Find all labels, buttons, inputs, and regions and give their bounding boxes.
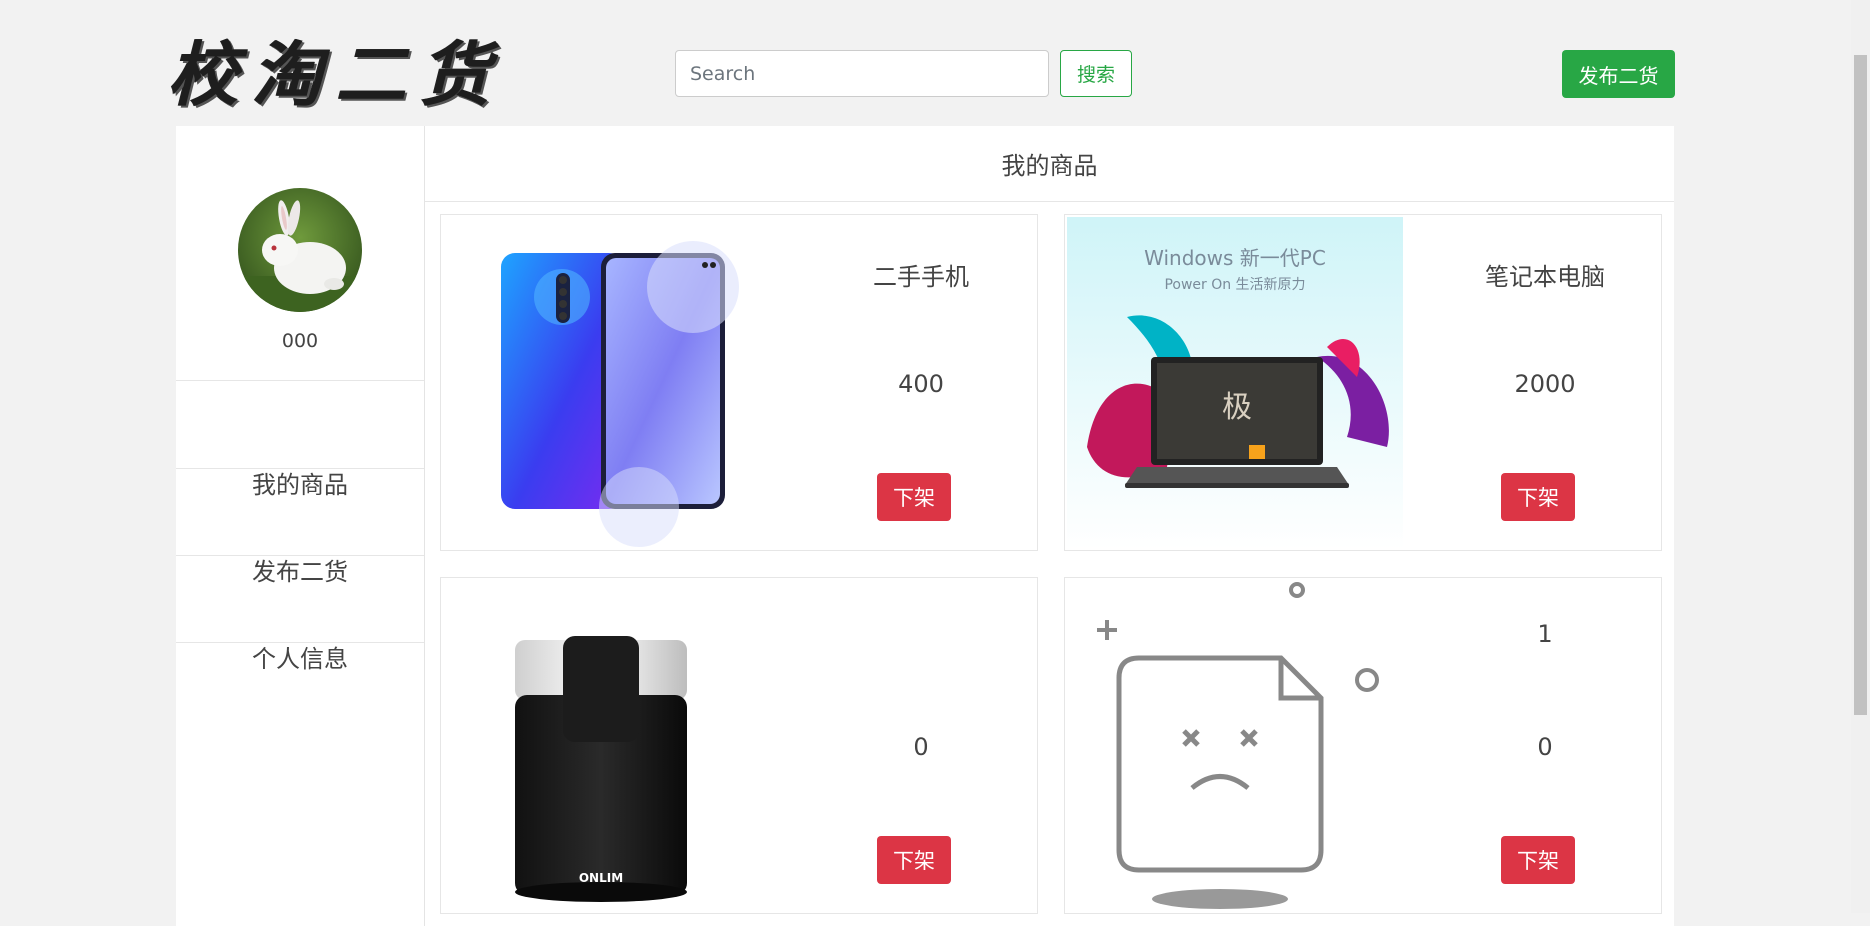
laptop-screen-art: 极 [1222,390,1252,425]
site-logo[interactable]: 校淘二货 [168,30,508,120]
sidebar-divider [176,468,424,469]
phone-image[interactable] [443,217,779,549]
product-card: 1 0 下架 [1064,577,1662,914]
avatar[interactable] [238,188,362,312]
search-input[interactable] [675,50,1049,97]
takedown-button[interactable]: 下架 [877,836,951,884]
laptop-image-headline: Windows 新一代PC [1144,246,1326,270]
sidebar-item-profile[interactable]: 个人信息 [176,613,424,699]
product-card: ONLIM 0 下架 [440,577,1038,914]
takedown-button[interactable]: 下架 [1501,473,1575,521]
product-price: 0 [913,733,929,761]
main-content: 我的商品 二手手机 400 下架 Windows 新一代PC Power On … [425,126,1674,926]
sidebar-divider [176,642,424,643]
product-name: 二手手机 [873,263,969,291]
laptop-image-subline: Power On 生活新原力 [1164,277,1305,293]
product-price: 0 [1537,733,1553,761]
search-button[interactable]: 搜索 [1060,50,1132,97]
scrollbar-thumb[interactable] [1854,55,1867,715]
product-card: Windows 新一代PC Power On 生活新原力 极 笔记本电脑 200… [1064,214,1662,551]
publish-button[interactable]: 发布二货 [1562,50,1675,98]
product-name: 笔记本电脑 [1485,263,1605,291]
sidebar-item-my-products[interactable]: 我的商品 [176,439,424,525]
product-card: 二手手机 400 下架 [440,214,1038,551]
sidebar: 000 我的商品 发布二货 个人信息 [176,126,425,926]
product-price: 400 [898,370,944,398]
takedown-button[interactable]: 下架 [877,473,951,521]
grinder-brand-label: ONLIM [579,871,623,885]
broken-image-icon [1067,580,1403,912]
sidebar-divider [176,555,424,556]
page-title: 我的商品 [425,126,1674,202]
username: 000 [281,330,319,352]
laptop-image[interactable]: Windows 新一代PC Power On 生活新原力 极 [1067,217,1403,549]
sidebar-item-publish[interactable]: 发布二货 [176,526,424,612]
product-name: 1 [1537,620,1553,648]
scrollbar[interactable] [1851,0,1870,913]
grinder-image[interactable]: ONLIM [443,580,779,912]
product-price: 2000 [1514,370,1576,398]
takedown-button[interactable]: 下架 [1501,836,1575,884]
sidebar-divider [176,380,424,381]
